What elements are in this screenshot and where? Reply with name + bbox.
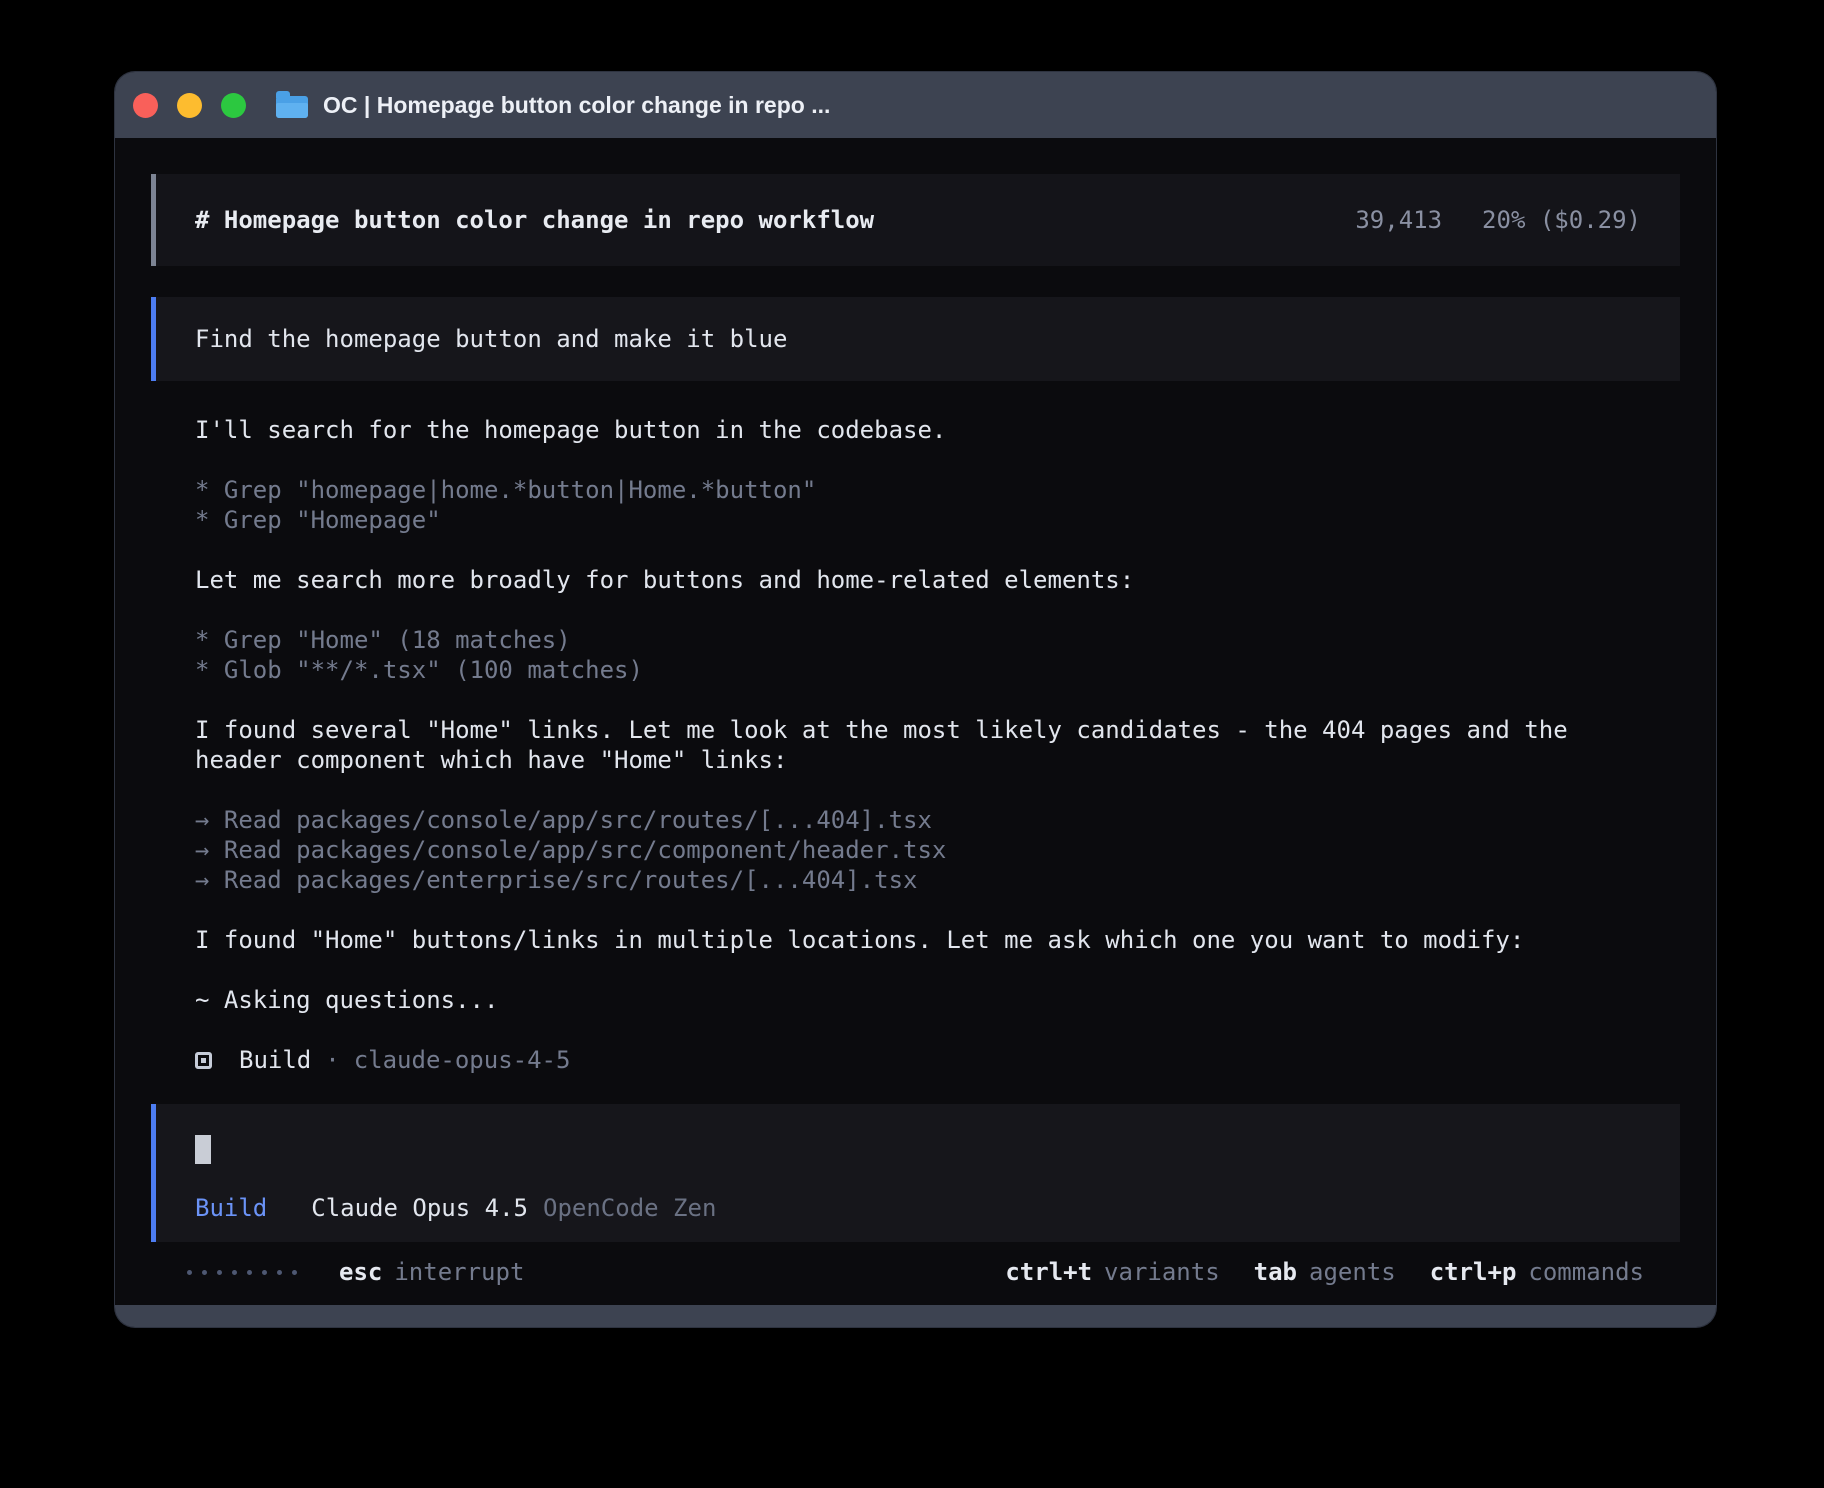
asking-questions-status: ~ Asking questions... <box>195 985 1636 1015</box>
assistant-paragraph: Let me search more broadly for buttons a… <box>195 565 1636 595</box>
assistant-text: Let me search more broadly for buttons a… <box>195 565 1636 595</box>
session-header: # Homepage button color change in repo w… <box>151 174 1680 266</box>
conversation-transcript: I'll search for the homepage button in t… <box>195 415 1636 1075</box>
variants-label: variants <box>1104 1258 1220 1286</box>
assistant-text: I found several "Home" links. Let me loo… <box>195 715 1636 775</box>
folder-icon <box>276 96 308 118</box>
assistant-paragraph: I'll search for the homepage button in t… <box>195 415 1636 445</box>
activity-dots <box>187 1270 297 1275</box>
text-cursor <box>195 1135 211 1164</box>
ctrl-p-key: ctrl+p <box>1430 1258 1517 1286</box>
terminal-window: OC | Homepage button color change in rep… <box>115 72 1716 1327</box>
tool-call-read[interactable]: → Read packages/console/app/src/routes/[… <box>195 805 1636 835</box>
traffic-lights <box>133 93 246 118</box>
tool-call-grep[interactable]: * Grep "Homepage" <box>195 505 1636 535</box>
tool-call-read[interactable]: → Read packages/enterprise/src/routes/[.… <box>195 865 1636 895</box>
session-meta: 39,413 20% ($0.29) <box>1355 206 1641 234</box>
shortcut-interrupt[interactable]: esc interrupt <box>339 1258 524 1286</box>
tool-call-group: * Grep "homepage|home.*button|Home.*butt… <box>195 475 1636 535</box>
token-count: 39,413 <box>1355 206 1442 234</box>
title-group: OC | Homepage button color change in rep… <box>276 92 830 119</box>
assistant-status: ~ Asking questions... <box>195 985 1636 1015</box>
ctrl-t-key: ctrl+t <box>1005 1258 1092 1286</box>
tool-call-grep[interactable]: * Grep "homepage|home.*button|Home.*butt… <box>195 475 1636 505</box>
shortcut-variants[interactable]: ctrl+t variants <box>1005 1258 1219 1286</box>
agent-name: Build <box>239 1045 311 1075</box>
agent-model-id: claude-opus-4-5 <box>354 1045 571 1075</box>
tool-call-group: * Grep "Home" (18 matches) * Glob "**/*.… <box>195 625 1636 685</box>
user-message: Find the homepage button and make it blu… <box>151 297 1680 381</box>
tool-call-grep[interactable]: * Grep "Home" (18 matches) <box>195 625 1636 655</box>
commands-label: commands <box>1528 1258 1644 1286</box>
shortcut-list: ctrl+t variants tab agents ctrl+p comman… <box>1005 1258 1644 1286</box>
assistant-text: I found "Home" buttons/links in multiple… <box>195 925 1636 955</box>
assistant-text: I'll search for the homepage button in t… <box>195 415 1636 445</box>
esc-key: esc <box>339 1258 382 1286</box>
esc-label: interrupt <box>394 1258 524 1286</box>
assistant-paragraph: I found "Home" buttons/links in multiple… <box>195 925 1636 955</box>
separator-dot: · <box>325 1045 339 1075</box>
tool-call-read[interactable]: → Read packages/console/app/src/componen… <box>195 835 1636 865</box>
minimize-button[interactable] <box>177 93 202 118</box>
terminal-body: # Homepage button color change in repo w… <box>115 138 1716 1288</box>
agents-label: agents <box>1309 1258 1396 1286</box>
agent-build-icon <box>195 1052 212 1069</box>
session-title: # Homepage button color change in repo w… <box>195 206 874 234</box>
agent-status-line: Build · claude-opus-4-5 <box>195 1045 1636 1075</box>
user-message-text: Find the homepage button and make it blu… <box>195 325 787 353</box>
close-button[interactable] <box>133 93 158 118</box>
tab-key: tab <box>1254 1258 1297 1286</box>
input-agent-mode[interactable]: Build <box>195 1194 267 1222</box>
window-title: OC | Homepage button color change in rep… <box>323 92 830 119</box>
tool-call-glob[interactable]: * Glob "**/*.tsx" (100 matches) <box>195 655 1636 685</box>
window-titlebar[interactable]: OC | Homepage button color change in rep… <box>115 72 1716 138</box>
input-footer: Build Claude Opus 4.5 OpenCode Zen <box>195 1194 1641 1222</box>
input-provider-name: OpenCode Zen <box>543 1194 716 1222</box>
input-line[interactable] <box>195 1135 1641 1165</box>
window-bottom-edge <box>115 1305 1716 1327</box>
zoom-button[interactable] <box>221 93 246 118</box>
input-model-name[interactable]: Claude Opus 4.5 <box>311 1194 528 1222</box>
status-bar: esc interrupt ctrl+t variants tab agents… <box>151 1256 1680 1288</box>
context-usage: 20% ($0.29) <box>1482 206 1641 234</box>
shortcut-agents[interactable]: tab agents <box>1254 1258 1396 1286</box>
tool-call-group: → Read packages/console/app/src/routes/[… <box>195 805 1636 895</box>
shortcut-commands[interactable]: ctrl+p commands <box>1430 1258 1644 1286</box>
prompt-input[interactable]: Build Claude Opus 4.5 OpenCode Zen <box>151 1104 1680 1242</box>
assistant-paragraph: I found several "Home" links. Let me loo… <box>195 715 1636 775</box>
